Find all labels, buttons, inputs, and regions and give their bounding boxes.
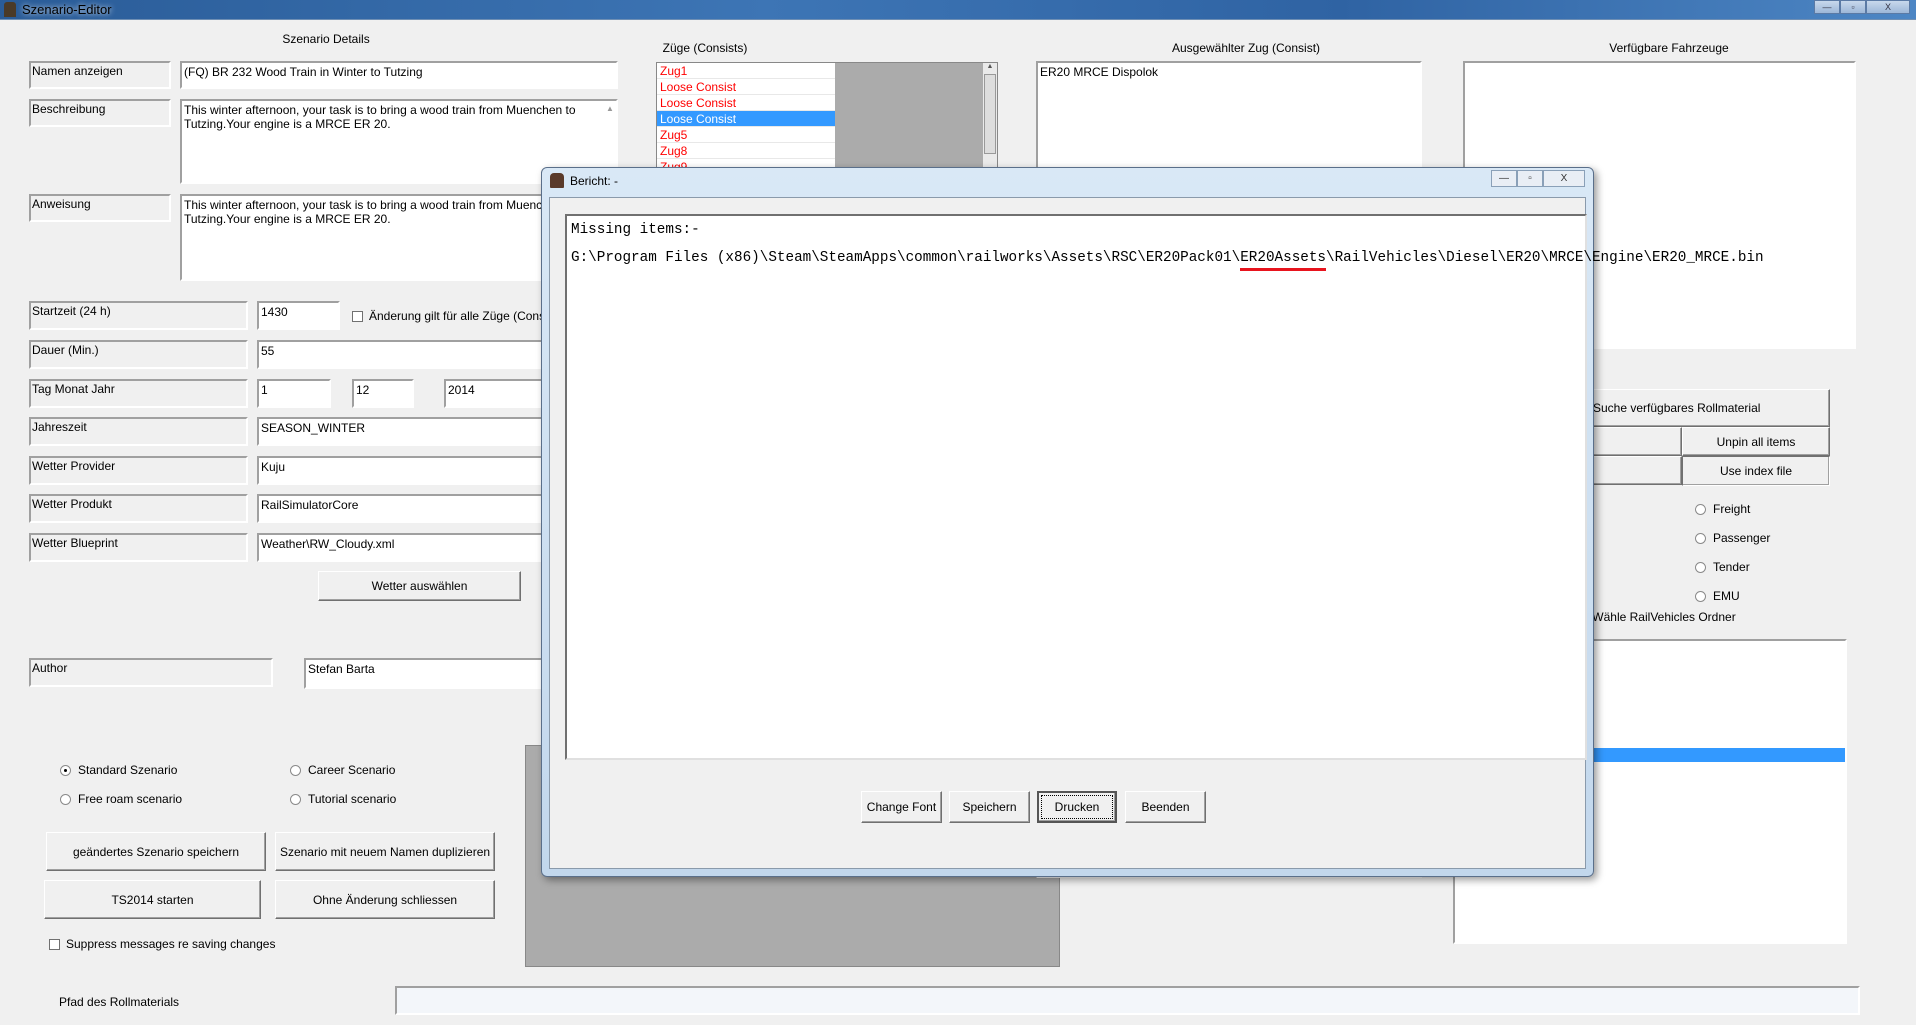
duration-input[interactable]: 55 [257, 340, 557, 369]
close-button[interactable]: X [1866, 0, 1910, 14]
radio-icon[interactable] [1695, 532, 1706, 544]
folder-label: Wähle RailVehicles Ordner [1592, 610, 1736, 624]
month-input[interactable]: 12 [352, 379, 414, 408]
filter-tender[interactable]: Tender [1695, 560, 1750, 574]
weather-product-label: Wetter Produkt [29, 494, 248, 523]
locomotive-icon [550, 173, 564, 188]
report-line: Missing items:- [571, 222, 700, 238]
weather-product-input[interactable]: RailSimulatorCore [257, 494, 557, 523]
radio-label: Freight [1713, 502, 1751, 516]
suppress-messages-checkbox[interactable]: Suppress messages re saving changes [49, 937, 275, 951]
selected-consist-heading: Ausgewählter Zug (Consist) [1171, 41, 1321, 55]
weather-provider-input[interactable]: Kuju [257, 456, 557, 485]
dialog-maximize-button[interactable]: ▫ [1517, 170, 1543, 187]
path-input[interactable] [395, 986, 1860, 1015]
weather-blueprint-input[interactable]: Weather\RW_Cloudy.xml [257, 533, 557, 562]
name-input[interactable]: (FQ) BR 232 Wood Train in Winter to Tutz… [180, 61, 618, 89]
dialog-minimize-button[interactable]: — [1491, 170, 1517, 187]
description-label: Beschreibung [29, 99, 171, 127]
apply-all-checkbox[interactable]: Änderung gilt für alle Züge (Consists) [352, 309, 567, 323]
start-time-label: Startzeit (24 h) [29, 301, 248, 330]
radio-label: Tutorial scenario [308, 792, 397, 806]
radio-free-roam-scenario[interactable]: Free roam scenario [60, 792, 182, 806]
consists-heading: Züge (Consists) [662, 41, 748, 55]
report-dialog: Bericht: - — ▫ X Missing items:- G:\Progr… [541, 167, 1764, 877]
filter-passenger[interactable]: Passenger [1695, 531, 1770, 545]
select-weather-button[interactable]: Wetter auswählen [318, 571, 521, 601]
day-input[interactable]: 1 [257, 379, 331, 408]
radio-label: Career Scenario [308, 763, 396, 777]
report-line: G:\Program Files (x86)\Steam\SteamApps\c… [571, 250, 1764, 271]
change-font-button[interactable]: Change Font [861, 791, 942, 823]
dialog-title: Bericht: - [570, 174, 619, 188]
radio-tutorial-scenario[interactable]: Tutorial scenario [290, 792, 396, 806]
season-input[interactable]: SEASON_WINTER [257, 417, 557, 446]
filter-freight[interactable]: Freight [1695, 502, 1750, 516]
consist-item[interactable]: Zug1 [657, 63, 835, 79]
radio-label: Free roam scenario [78, 792, 183, 806]
scroll-up-icon[interactable]: ▲ [606, 104, 614, 113]
author-input[interactable]: Stefan Barta [304, 658, 554, 689]
radio-icon[interactable] [1695, 590, 1706, 602]
suppress-label: Suppress messages re saving changes [66, 937, 276, 951]
report-textarea[interactable]: Missing items:- G:\Program Files (x86)\St… [565, 214, 1764, 760]
print-button[interactable]: Drucken [1037, 791, 1117, 823]
checkbox-icon[interactable] [49, 938, 60, 950]
radio-standard-scenario[interactable]: Standard Szenario [60, 763, 177, 777]
author-label: Author [29, 658, 273, 687]
maximize-button[interactable]: ▫ [1840, 0, 1866, 14]
radio-label: Standard Szenario [78, 763, 178, 777]
radio-career-scenario[interactable]: Career Scenario [290, 763, 395, 777]
consist-item[interactable]: Loose Consist [657, 111, 835, 127]
date-label: Tag Monat Jahr [29, 379, 248, 408]
year-input[interactable]: 2014 [444, 379, 554, 408]
radio-label: EMU [1713, 589, 1740, 603]
consist-item[interactable]: Zug8 [657, 143, 835, 159]
quit-button[interactable]: Beenden [1125, 791, 1206, 823]
radio-icon[interactable] [290, 793, 301, 805]
save-report-button[interactable]: Speichern [949, 791, 1030, 823]
radio-label: Tender [1713, 560, 1750, 574]
app-icon [4, 2, 16, 17]
consist-item[interactable]: Loose Consist [657, 95, 835, 111]
close-without-changes-button[interactable]: Ohne Änderung schliessen [275, 880, 495, 919]
apply-all-label: Änderung gilt für alle Züge (Consists) [369, 309, 568, 323]
highlighted-folder: ER20Assets [1240, 250, 1327, 271]
name-label: Namen anzeigen [29, 61, 171, 89]
radio-icon[interactable] [60, 793, 71, 805]
instruction-label: Anweisung [29, 194, 171, 222]
use-index-file-button[interactable]: Use index file [1682, 456, 1830, 486]
duplicate-scenario-button[interactable]: Szenario mit neuem Namen duplizieren [275, 832, 495, 871]
radio-icon[interactable] [1695, 503, 1706, 515]
vehicles-heading: Verfügbare Fahrzeuge [1609, 41, 1729, 55]
weather-provider-label: Wetter Provider [29, 456, 248, 485]
radio-icon[interactable] [290, 764, 301, 776]
scroll-up-icon[interactable]: ▲ [983, 63, 997, 70]
unpin-all-button[interactable]: Unpin all items [1682, 427, 1830, 456]
radio-icon[interactable] [1695, 561, 1706, 573]
scroll-thumb[interactable] [984, 74, 996, 154]
save-scenario-button[interactable]: geändertes Szenario speichern [46, 832, 266, 871]
title-bar: Szenario-Editor — ▫ X [0, 0, 1916, 20]
radio-checked-icon[interactable] [60, 764, 71, 776]
start-ts2014-button[interactable]: TS2014 starten [44, 880, 261, 919]
duration-label: Dauer (Min.) [29, 340, 248, 369]
filter-emu[interactable]: EMU [1695, 589, 1740, 603]
consist-item[interactable]: Zug5 [657, 127, 835, 143]
path-label: Pfad des Rollmaterials [59, 995, 180, 1009]
list-item[interactable]: ER20 MRCE Dispolok [1040, 65, 1418, 79]
season-label: Jahreszeit [29, 417, 248, 446]
weather-blueprint-label: Wetter Blueprint [29, 533, 248, 562]
minimize-button[interactable]: — [1814, 0, 1840, 14]
radio-label: Passenger [1713, 531, 1771, 545]
start-time-input[interactable]: 1430 [257, 301, 340, 330]
checkbox-icon[interactable] [352, 310, 363, 322]
details-heading: Szenario Details [282, 32, 370, 46]
dialog-close-button[interactable]: X [1543, 170, 1585, 187]
consist-item[interactable]: Loose Consist [657, 79, 835, 95]
window-title: Szenario-Editor [22, 2, 112, 17]
